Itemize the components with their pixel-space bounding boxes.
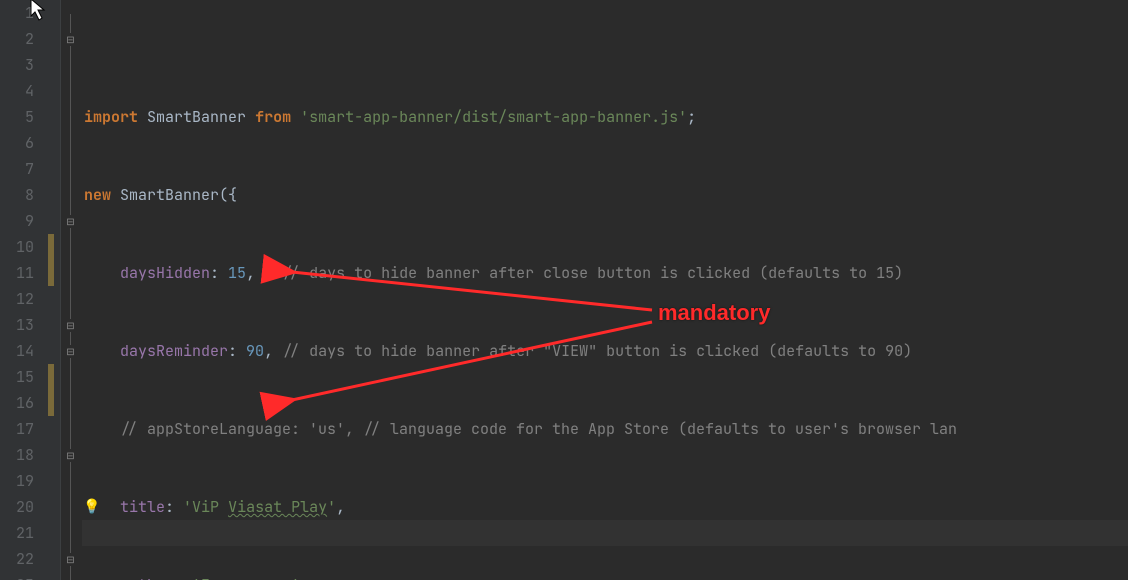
line-number: 4 bbox=[0, 78, 34, 104]
line-number: 18 bbox=[0, 442, 34, 468]
line-number: 5 bbox=[0, 104, 34, 130]
line-number: 22 bbox=[0, 546, 34, 572]
fold-toggle-icon[interactable]: ⊟ bbox=[64, 449, 77, 462]
code-line[interactable]: daysHidden: 15, // days to hide banner a… bbox=[84, 260, 1128, 286]
fold-toggle-icon[interactable]: ⊟ bbox=[64, 345, 77, 358]
code-line[interactable]: // appStoreLanguage: 'us', // language c… bbox=[84, 416, 1128, 442]
code-line[interactable]: title: 'ViP Viasat Play', bbox=[84, 494, 1128, 520]
line-number: 3 bbox=[0, 52, 34, 78]
change-marker[interactable] bbox=[48, 390, 54, 416]
code-line[interactable]: import SmartBanner from 'smart-app-banne… bbox=[84, 104, 1128, 130]
change-marker[interactable] bbox=[48, 234, 54, 260]
line-number: 19 bbox=[0, 468, 34, 494]
line-number: 11 bbox=[0, 260, 34, 286]
fold-gutter[interactable]: ⊟ ⊟ ⊟ ⊟ ⊟ ⊟ bbox=[60, 0, 82, 580]
code-editor[interactable]: 1 2 3 4 5 6 7 8 9 10 11 12 13 14 15 16 1… bbox=[0, 0, 1128, 580]
line-number: 9 bbox=[0, 208, 34, 234]
change-marker[interactable] bbox=[48, 260, 54, 286]
fold-toggle-icon[interactable]: ⊟ bbox=[64, 215, 77, 228]
fold-toggle-icon[interactable]: ⊟ bbox=[64, 33, 77, 46]
change-marker-gutter bbox=[42, 0, 60, 580]
line-number: 8 bbox=[0, 182, 34, 208]
fold-toggle-icon[interactable]: ⊟ bbox=[64, 553, 77, 566]
fold-guide-line bbox=[70, 14, 71, 580]
line-number: 16 bbox=[0, 390, 34, 416]
code-line[interactable]: author: 'Приложение', bbox=[84, 572, 1128, 580]
line-number: 7 bbox=[0, 156, 34, 182]
change-marker[interactable] bbox=[48, 364, 54, 390]
line-number: 12 bbox=[0, 286, 34, 312]
line-number-gutter: 1 2 3 4 5 6 7 8 9 10 11 12 13 14 15 16 1… bbox=[0, 0, 42, 580]
line-number: 1 bbox=[0, 0, 34, 26]
line-number: 20 bbox=[0, 494, 34, 520]
line-number: 10 bbox=[0, 234, 34, 260]
annotation-overlay bbox=[82, 0, 1128, 580]
line-number: 6 bbox=[0, 130, 34, 156]
line-number: 13 bbox=[0, 312, 34, 338]
line-number: 23 bbox=[0, 572, 34, 580]
line-number: 17 bbox=[0, 416, 34, 442]
line-number: 21 bbox=[0, 520, 34, 546]
code-line[interactable]: new SmartBanner({ bbox=[84, 182, 1128, 208]
line-number: 15 bbox=[0, 364, 34, 390]
code-area[interactable]: import SmartBanner from 'smart-app-banne… bbox=[82, 0, 1128, 580]
fold-toggle-icon[interactable]: ⊟ bbox=[64, 319, 77, 332]
line-number: 14 bbox=[0, 338, 34, 364]
caret-line-highlight bbox=[82, 520, 1128, 546]
code-line[interactable]: daysReminder: 90, // days to hide banner… bbox=[84, 338, 1128, 364]
line-number: 2 bbox=[0, 26, 34, 52]
annotation-label: mandatory bbox=[658, 300, 770, 326]
